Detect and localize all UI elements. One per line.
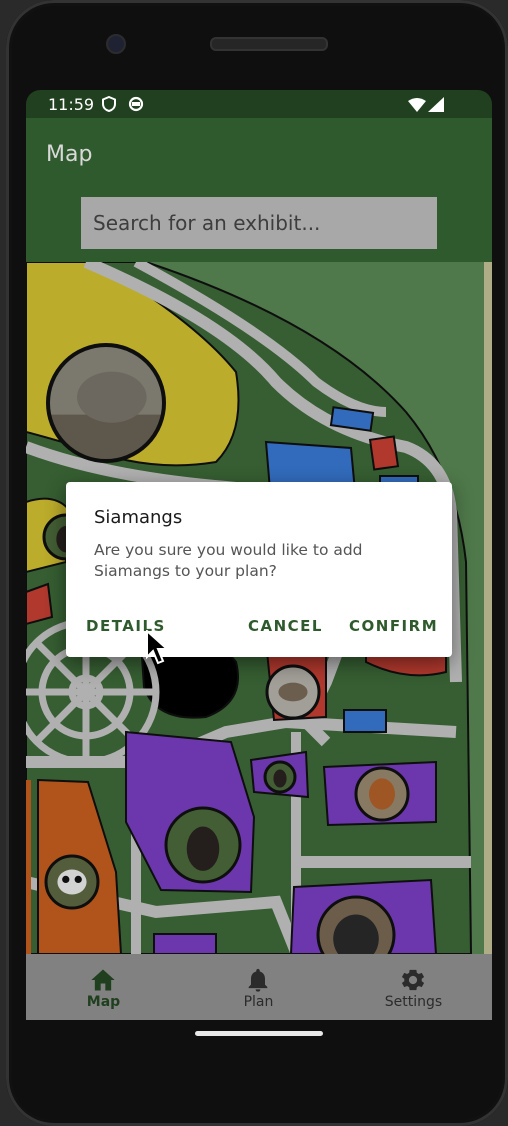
wifi-icon bbox=[408, 98, 426, 112]
dialog-message: Are you sure you would like to add Siama… bbox=[94, 541, 363, 580]
nav-label-settings: Settings bbox=[384, 994, 443, 1010]
front-camera bbox=[106, 34, 126, 54]
sync-icon bbox=[128, 96, 144, 112]
nav-label-plan: Plan bbox=[243, 994, 274, 1010]
top-app-bar: Map bbox=[26, 118, 492, 262]
status-bar: 11:59 bbox=[26, 90, 492, 118]
home-indicator[interactable] bbox=[195, 1031, 323, 1036]
nav-item-map[interactable]: Map bbox=[26, 954, 181, 1020]
dialog-title: Siamangs bbox=[94, 507, 183, 528]
mouse-cursor-icon bbox=[146, 630, 170, 665]
bottom-navigation: Map Plan Settings bbox=[26, 954, 492, 1020]
page-title: Map bbox=[46, 142, 93, 167]
nav-item-settings[interactable]: Settings bbox=[336, 954, 491, 1020]
shield-icon bbox=[102, 96, 116, 112]
earpiece-speaker bbox=[210, 37, 328, 51]
nav-item-plan[interactable]: Plan bbox=[181, 954, 336, 1020]
status-time: 11:59 bbox=[48, 95, 95, 114]
signal-icon bbox=[428, 97, 444, 112]
nav-label-map: Map bbox=[86, 994, 121, 1010]
add-to-plan-dialog: Siamangs Are you sure you would like to … bbox=[66, 482, 452, 657]
bell-icon bbox=[248, 968, 268, 992]
cancel-button[interactable]: CANCEL bbox=[248, 617, 323, 635]
gear-icon bbox=[401, 969, 425, 991]
search-input[interactable] bbox=[81, 197, 437, 249]
confirm-button[interactable]: CONFIRM bbox=[349, 617, 438, 635]
home-icon bbox=[91, 969, 115, 991]
